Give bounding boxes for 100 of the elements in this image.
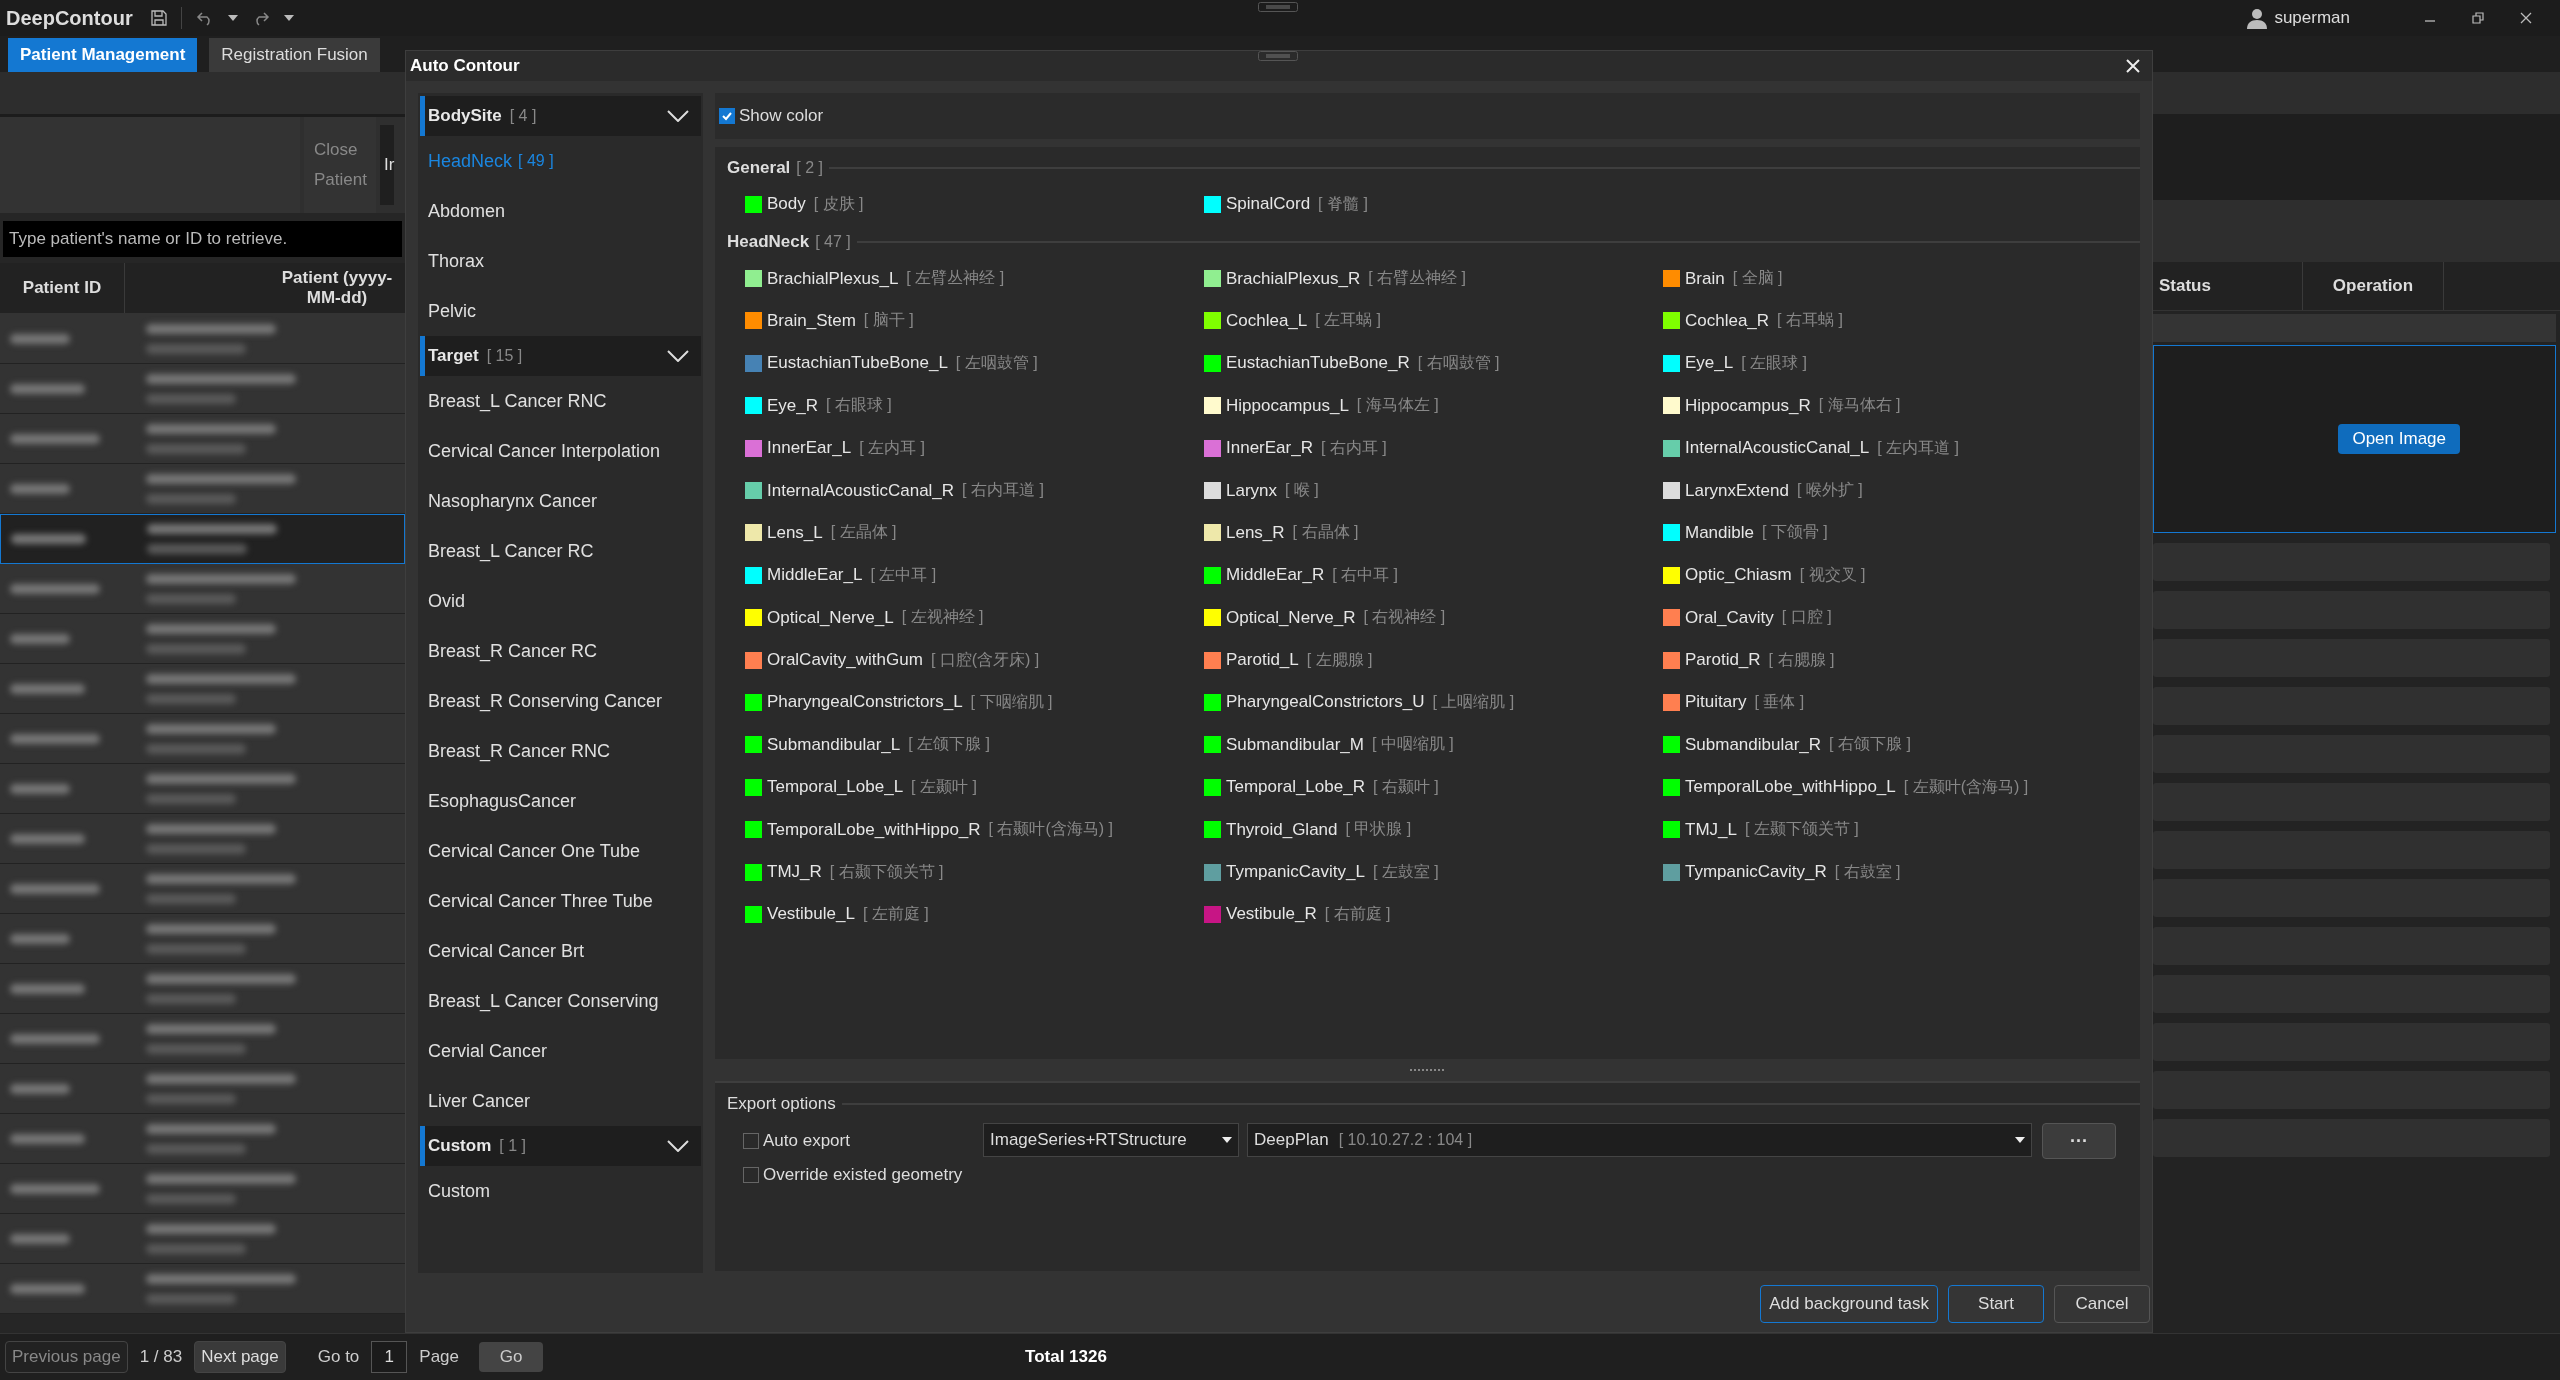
organ-name[interactable]: Temporal_Lobe_L — [767, 777, 904, 798]
organ-name[interactable]: PharyngealConstrictors_L — [767, 692, 963, 713]
organ-name[interactable]: Submandibular_L — [767, 734, 901, 755]
organ-name[interactable]: SpinalCord — [1226, 194, 1311, 215]
organ-name[interactable]: Hippocampus_L — [1226, 395, 1349, 416]
table-row[interactable] — [0, 914, 405, 964]
table-row[interactable] — [0, 1264, 405, 1314]
list-item[interactable]: Breast_R Cancer RC — [418, 626, 703, 676]
organ-name[interactable]: Thyroid_Gland — [1226, 819, 1338, 840]
organ-name[interactable]: Temporal_Lobe_R — [1226, 777, 1365, 798]
section-header[interactable]: BodySite [ 4 ] — [420, 96, 701, 136]
list-item[interactable]: Cervical Cancer Interpolation — [418, 426, 703, 476]
format-dropdown[interactable]: ImageSeries+RTStructure — [983, 1123, 1239, 1157]
open-image-button[interactable]: Open Image — [2338, 424, 2460, 454]
table-row[interactable] — [0, 1114, 405, 1164]
table-row[interactable] — [0, 1014, 405, 1064]
organ-name[interactable]: Parotid_R — [1685, 650, 1761, 671]
list-item[interactable]: Breast_R Cancer RNC — [418, 726, 703, 776]
list-item[interactable]: Cervical Cancer Three Tube — [418, 876, 703, 926]
show-color-checkbox[interactable]: Show color — [719, 106, 824, 126]
organ-name[interactable]: InternalAcousticCanal_L — [1685, 438, 1870, 459]
tab[interactable]: Registration Fusion — [209, 38, 380, 72]
table-row[interactable] — [0, 614, 405, 664]
table-row[interactable] — [0, 414, 405, 464]
organ-name[interactable]: Lens_L — [767, 522, 823, 543]
organ-name[interactable]: MiddleEar_L — [767, 565, 863, 586]
caret-icon[interactable] — [283, 15, 294, 21]
table-row[interactable] — [0, 864, 405, 914]
list-item[interactable]: Abdomen — [418, 186, 703, 236]
organ-name[interactable]: Body — [767, 194, 806, 215]
organ-name[interactable]: Submandibular_M — [1226, 734, 1364, 755]
more-button[interactable]: ··· — [2042, 1123, 2116, 1159]
organ-name[interactable]: BrachialPlexus_R — [1226, 268, 1361, 289]
grip-icon[interactable] — [1258, 2, 1298, 12]
list-item[interactable]: Breast_R Conserving Cancer — [418, 676, 703, 726]
organ-name[interactable]: InternalAcousticCanal_R — [767, 480, 955, 501]
organ-name[interactable]: Brain — [1685, 268, 1725, 289]
organ-name[interactable]: Parotid_L — [1226, 650, 1299, 671]
splitter-grip-icon[interactable] — [1409, 1068, 1446, 1072]
organ-name[interactable]: Optical_Nerve_R — [1226, 607, 1356, 628]
list-item[interactable]: Ovid — [418, 576, 703, 626]
checkbox[interactable] — [743, 1167, 759, 1183]
search-field[interactable]: Type patient's name or ID to retrieve. — [3, 221, 402, 257]
close-patient-button[interactable]: Close Patient — [304, 117, 376, 213]
section-header[interactable]: Custom [ 1 ] — [420, 1126, 701, 1166]
table-row[interactable] — [0, 814, 405, 864]
table-row[interactable] — [0, 314, 405, 364]
organ-name[interactable]: PharyngealConstrictors_U — [1226, 692, 1425, 713]
user-icon[interactable] — [2246, 7, 2269, 29]
list-item[interactable]: Breast_L Cancer Conserving — [418, 976, 703, 1026]
table-row[interactable] — [0, 514, 405, 564]
column-header[interactable]: Patient (yyyy-MM-dd) — [125, 263, 405, 313]
table-row[interactable] — [0, 564, 405, 614]
organ-name[interactable]: Larynx — [1226, 480, 1278, 501]
table-row[interactable] — [0, 1164, 405, 1214]
organ-name[interactable]: Eye_R — [767, 395, 819, 416]
organ-name[interactable]: Optical_Nerve_L — [767, 607, 894, 628]
list-item[interactable]: Custom — [418, 1166, 703, 1216]
save-icon[interactable] — [150, 10, 167, 26]
organ-name[interactable]: Lens_R — [1226, 522, 1285, 543]
checkbox[interactable] — [719, 108, 735, 124]
table-row[interactable] — [0, 764, 405, 814]
option-checkbox[interactable]: Auto export — [743, 1131, 975, 1151]
organ-name[interactable]: TMJ_R — [767, 862, 822, 883]
table-row[interactable] — [0, 464, 405, 514]
organ-name[interactable]: Cochlea_L — [1226, 310, 1308, 331]
dialog-button[interactable]: Add background task — [1760, 1285, 1938, 1323]
organ-name[interactable]: Eye_L — [1685, 353, 1734, 374]
organ-name[interactable]: InnerEar_L — [767, 438, 852, 459]
chevron-icon[interactable] — [667, 1140, 689, 1152]
organ-name[interactable]: Vestibule_R — [1226, 904, 1317, 925]
list-item[interactable]: Cervial Cancer — [418, 1026, 703, 1076]
table-row[interactable] — [0, 364, 405, 414]
column-header[interactable]: Patient ID — [0, 263, 125, 313]
list-item[interactable]: Breast_L Cancer RNC — [418, 376, 703, 426]
close-icon[interactable] — [2520, 12, 2532, 24]
organ-name[interactable]: LarynxExtend — [1685, 480, 1789, 501]
organ-name[interactable]: Oral_Cavity — [1685, 607, 1774, 628]
organ-name[interactable]: TympanicCavity_R — [1685, 862, 1827, 883]
page-input[interactable]: 1 — [371, 1341, 408, 1373]
table-row[interactable]: Open Image — [2153, 345, 2556, 533]
list-item[interactable]: Cervical Cancer Brt — [418, 926, 703, 976]
table-row[interactable] — [0, 964, 405, 1014]
organ-name[interactable]: Vestibule_L — [767, 904, 855, 925]
organ-name[interactable]: Brain_Stem — [767, 310, 856, 331]
organ-name[interactable]: Hippocampus_R — [1685, 395, 1811, 416]
table-row[interactable] — [0, 1064, 405, 1114]
table-row[interactable] — [0, 664, 405, 714]
organ-name[interactable]: TemporalLobe_withHippo_R — [767, 819, 981, 840]
list-item[interactable]: Nasopharynx Cancer — [418, 476, 703, 526]
chevron-icon[interactable] — [667, 350, 689, 362]
organ-name[interactable]: Optic_Chiasm — [1685, 565, 1792, 586]
organ-name[interactable]: EustachianTubeBone_R — [1226, 353, 1410, 374]
list-item[interactable]: Thorax — [418, 236, 703, 286]
list-item[interactable]: Cervical Cancer One Tube — [418, 826, 703, 876]
organ-name[interactable]: EustachianTubeBone_L — [767, 353, 948, 374]
tab[interactable]: Patient Management — [8, 38, 198, 72]
list-item[interactable]: Liver Cancer — [418, 1076, 703, 1126]
section-header[interactable]: Target [ 15 ] — [420, 336, 701, 376]
organ-name[interactable]: TemporalLobe_withHippo_L — [1685, 777, 1896, 798]
